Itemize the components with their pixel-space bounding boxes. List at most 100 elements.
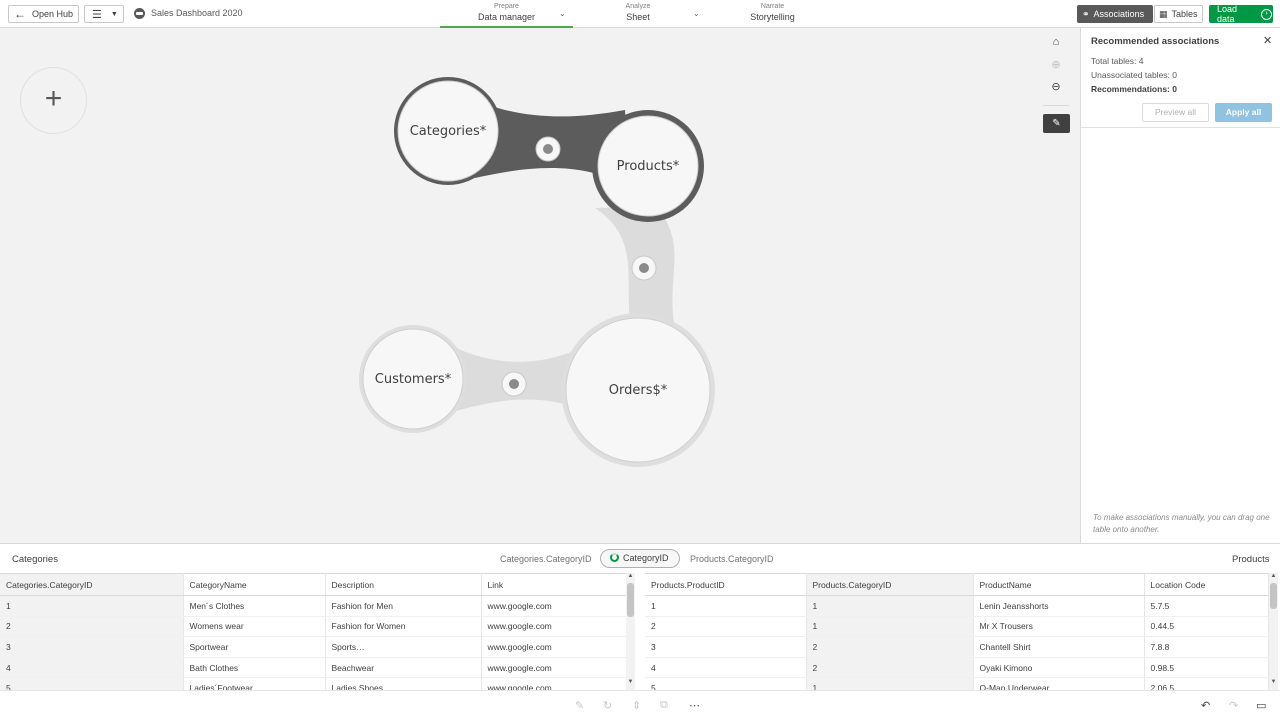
table-cell: 0.98.5 [1144, 657, 1269, 679]
scroll-up-icon[interactable]: ▲ [626, 573, 635, 579]
home-icon[interactable]: ⌂ [1047, 36, 1065, 48]
panel-hint: To make associations manually, you can d… [1093, 513, 1270, 534]
column-header[interactable]: Products.ProductID [645, 573, 807, 596]
table-row: 1 Men´s Clothes Fashion for Men www.google.… [0, 595, 627, 617]
global-menu-button[interactable]: ☰ ▼ [84, 5, 124, 23]
tab-analyze-label: Sheet [626, 12, 650, 22]
table-cell: Sports… [325, 636, 482, 658]
link-dot[interactable] [535, 136, 561, 162]
tab-prepare-label: Data manager [477, 12, 536, 22]
left-data-table: Categories.CategoryID CategoryName Descr… [0, 573, 627, 699]
total-tables: Total tables: 4 [1091, 56, 1144, 66]
table-cell: www.google.com [481, 616, 627, 638]
column-header[interactable]: Location Code [1144, 573, 1269, 596]
table-cell: 3 [645, 636, 807, 658]
bottom-toolbar: ✎ ↻ ⇕ ⧉ ⋯ ↶ ↷ ▭ [0, 690, 1280, 720]
unassociated-tables: Unassociated tables: 0 [1091, 70, 1177, 80]
preview-all-button[interactable]: Preview all [1142, 103, 1209, 122]
table-cell: www.google.com [481, 636, 627, 658]
scroll-down-icon[interactable]: ▼ [1269, 679, 1278, 685]
table-cell: Beachwear [325, 657, 482, 679]
table-row: 4 Bath Clothes Beachwear www.google.com [0, 657, 627, 679]
column-header[interactable]: Categories.CategoryID [0, 573, 184, 596]
table-row: 2 1 Mr X Trousers 0.44.5 [645, 616, 1269, 638]
table-row: 4 2 Oyaki Kimono 0.98.5 [645, 657, 1269, 679]
redo-icon[interactable]: ↷ [1229, 699, 1238, 712]
link-dot[interactable] [501, 371, 527, 397]
table-cell: 2 [0, 616, 184, 638]
more-icon[interactable]: ⋯ [689, 699, 700, 712]
column-header[interactable]: Description [325, 573, 482, 596]
scroll-up-icon[interactable]: ▲ [1269, 573, 1278, 579]
tab-narrate-label: Storytelling [750, 12, 795, 22]
left-table-title: Categories [12, 554, 58, 565]
tab-analyze-caption: Analyze [625, 3, 651, 10]
column-header[interactable]: ProductName [973, 573, 1145, 596]
table-cell: 1 [645, 595, 807, 617]
table-cell: 5.7.5 [1144, 595, 1269, 617]
tab-narrate[interactable]: Narrate Storytelling [715, 2, 830, 23]
association-ring-icon [610, 553, 619, 562]
load-data-button[interactable]: Load data › [1209, 4, 1273, 24]
node-label-orders: Orders$* [608, 383, 668, 398]
split-icon[interactable]: ⇕ [632, 699, 641, 712]
right-table-scrollbar[interactable]: ▲ ▼ [1269, 573, 1278, 691]
recommendations-count: Recommendations: 0 [1091, 84, 1177, 94]
zoom-in-icon[interactable]: ⊕ [1047, 58, 1065, 71]
column-header[interactable]: Products.CategoryID [806, 573, 974, 596]
node-label-products: Products* [616, 159, 680, 174]
recommendations-panel: Recommended associations ✕ Total tables:… [1080, 28, 1280, 543]
table-cell: 3 [0, 636, 184, 658]
scroll-thumb[interactable] [1270, 583, 1277, 609]
tables-button[interactable]: ▦ Tables [1154, 5, 1203, 23]
undo-icon[interactable]: ↶ [1201, 699, 1210, 712]
right-table-title: Products [1232, 554, 1270, 565]
panel-divider [1081, 127, 1280, 128]
link-dot[interactable] [631, 255, 657, 281]
panel-title: Recommended associations [1091, 36, 1220, 47]
apply-all-button[interactable]: Apply all [1215, 103, 1272, 122]
magic-wand-icon[interactable]: ✎ [1043, 114, 1070, 133]
arrow-left-icon: ← [14, 7, 26, 21]
table-row: 1 1 Lenin Jeansshorts 5.7.5 [645, 595, 1269, 617]
association-canvas[interactable]: + Categories* Products* Customers* Order… [0, 28, 1080, 543]
chevron-down-icon[interactable]: ⌄ [559, 9, 566, 18]
table-cell: Men´s Clothes [183, 595, 326, 617]
associations-button[interactable]: ⚭ Associations [1077, 5, 1153, 23]
column-header[interactable]: Link [481, 573, 627, 596]
table-cell: Bath Clothes [183, 657, 326, 679]
table-cell: 2 [806, 636, 974, 658]
chevron-down-icon: ▼ [110, 10, 118, 18]
association-pill-label: CategoryID [623, 553, 669, 563]
table-cell: 2 [806, 657, 974, 679]
association-pill[interactable]: CategoryID [600, 549, 680, 568]
table-cell: 1 [806, 595, 974, 617]
concatenate-icon[interactable]: ⧉ [660, 699, 668, 712]
chevron-down-icon[interactable]: ⌄ [693, 9, 700, 18]
app-icon [134, 8, 145, 19]
table-cell: 2 [645, 616, 807, 638]
refresh-icon[interactable]: ↻ [603, 699, 612, 712]
right-field: Products.CategoryID [690, 554, 774, 564]
scroll-down-icon[interactable]: ▼ [626, 679, 635, 685]
close-icon[interactable]: ✕ [1263, 34, 1272, 47]
scroll-thumb[interactable] [627, 583, 634, 617]
zoom-out-icon[interactable]: ⊖ [1047, 80, 1065, 93]
left-table-scrollbar[interactable]: ▲ ▼ [626, 573, 635, 691]
table-cell: www.google.com [481, 595, 627, 617]
right-data-table: Products.ProductID Products.CategoryID P… [645, 573, 1269, 699]
app-title: Sales Dashboard 2020 [151, 8, 243, 18]
table-cell: 0.44.5 [1144, 616, 1269, 638]
table-cell: Womens wear [183, 616, 326, 638]
open-hub-button[interactable]: ← Open Hub [8, 5, 79, 23]
tab-analyze[interactable]: Analyze Sheet ⌄ [573, 2, 703, 23]
associations-label: Associations [1093, 9, 1145, 19]
top-bar: ← Open Hub ☰ ▼ Sales Dashboard 2020 Prep… [0, 0, 1280, 28]
edit-icon[interactable]: ✎ [575, 699, 584, 712]
column-header[interactable]: CategoryName [183, 573, 326, 596]
table-cell: Mr X Trousers [973, 616, 1145, 638]
table-cell: www.google.com [481, 657, 627, 679]
tab-prepare[interactable]: Prepare Data manager ⌄ [440, 2, 573, 28]
table-cell: Chantell Shirt [973, 636, 1145, 658]
toggle-preview-icon[interactable]: ▭ [1256, 699, 1266, 712]
